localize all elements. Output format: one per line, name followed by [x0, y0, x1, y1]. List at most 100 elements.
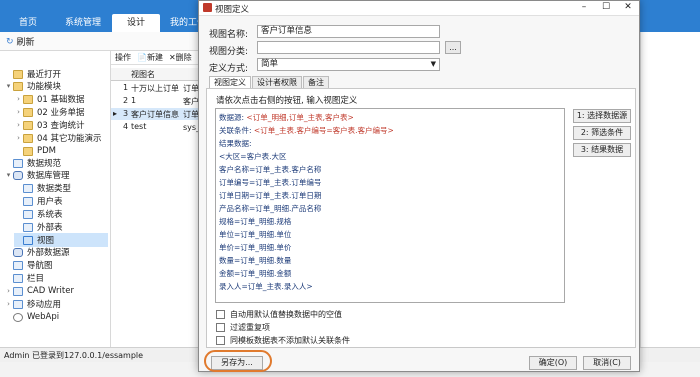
sidebar-item-external-tables[interactable]: 外部表: [14, 220, 63, 234]
sidebar-item-label: 外部表: [37, 223, 63, 233]
tab-system-management[interactable]: 系统管理: [60, 14, 106, 32]
sidebar-item-label: 栏目: [27, 274, 45, 284]
chevron-right-icon[interactable]: ›: [14, 121, 23, 129]
tab-home[interactable]: 首页: [10, 14, 46, 32]
definition-key: 数量=订单_明细.数量: [219, 256, 292, 265]
checkbox-box[interactable]: [216, 336, 225, 345]
chevron-right-icon[interactable]: ›: [14, 95, 23, 103]
select-datasource-button[interactable]: 1: 选择数据源: [573, 109, 631, 123]
chevron-down-icon[interactable]: ▾: [4, 171, 13, 179]
view-definition-dialog: 视图定义 – ☐ ✕ 视图名称: 客户订单信息 视图分类: ... 定义方式: …: [198, 0, 640, 372]
sidebar-item-navigation-map[interactable]: 导航图: [4, 258, 53, 272]
sidebar-item-user-tables[interactable]: 用户表: [14, 194, 63, 208]
column-header-view-name[interactable]: 视图名: [131, 69, 155, 80]
sidebar-item-mobile-apps[interactable]: › 移动应用: [4, 297, 61, 311]
definition-key: 单位=订单_明细.单位: [219, 230, 292, 239]
table-icon: [23, 196, 33, 206]
folder-icon: [23, 146, 33, 156]
ok-button[interactable]: 确定(O): [529, 356, 577, 370]
definition-method-value: 简单: [261, 59, 279, 69]
minimize-icon[interactable]: –: [573, 1, 595, 15]
definition-key: 单价=订单_明细.单价: [219, 243, 292, 252]
sidebar-item-label: 03 查询统计: [37, 121, 85, 131]
table-row[interactable]: 1 十万以上订单 订单_: [111, 82, 207, 94]
table-icon: [13, 299, 23, 309]
tab-design[interactable]: 设计: [112, 14, 160, 32]
delete-label: 删除: [175, 53, 192, 62]
table-icon: [23, 209, 33, 219]
definition-line: 单位=订单_明细.单位: [219, 229, 291, 240]
sidebar-item-business-docs[interactable]: › 02 业务单据: [14, 105, 85, 119]
checkbox-no-default-join[interactable]: 同模板数据表不添加默认关联条件: [216, 335, 350, 346]
table-row[interactable]: 2 1 客户表: [111, 95, 207, 107]
sidebar-item-database-management[interactable]: ▾ 数据库管理: [4, 168, 70, 182]
table-row[interactable]: 4 test sys_用: [111, 121, 207, 133]
folder-icon: [13, 81, 23, 91]
delete-view-button[interactable]: ✕删除: [169, 52, 192, 63]
view-category-label: 视图分类:: [209, 47, 249, 57]
definition-key: 数据源:: [219, 113, 245, 122]
dialog-titlebar[interactable]: 视图定义 – ☐ ✕: [199, 1, 639, 16]
maximize-icon[interactable]: ☐: [595, 1, 617, 15]
views-toolbar: 操作 📄新建 ✕删除: [111, 51, 207, 65]
sidebar-item-system-tables[interactable]: 系统表: [14, 207, 63, 221]
sidebar-item-label: WebApi: [27, 312, 60, 322]
row-number: 3: [123, 109, 129, 118]
refresh-button[interactable]: ↻ 刷新: [6, 35, 35, 49]
sidebar-item-label: 导航图: [27, 261, 53, 271]
result-data-button[interactable]: 3: 结果数据: [573, 143, 631, 157]
table-row-selected[interactable]: ▸ 3 客户订单信息 订单_: [111, 108, 207, 120]
checkbox-box[interactable]: [216, 323, 225, 332]
folder-icon: [23, 94, 33, 104]
dialog-title: 视图定义: [215, 5, 250, 15]
checkbox-box[interactable]: [216, 310, 225, 319]
sidebar-item-basic-data[interactable]: › 01 基础数据: [14, 92, 85, 106]
definition-method-label: 定义方式:: [209, 64, 249, 74]
definition-line: 订单编号=订单_主表.订单编号: [219, 177, 321, 188]
table-icon: [23, 183, 33, 193]
sidebar-item-external-datasource[interactable]: 外部数据源: [4, 245, 70, 259]
sidebar-item-label: 04 其它功能演示: [37, 134, 102, 144]
right-panel: [640, 32, 700, 347]
sidebar-item-columns[interactable]: 栏目: [4, 271, 44, 285]
view-name-input[interactable]: 客户订单信息: [257, 25, 440, 38]
ops-menu[interactable]: 操作: [115, 52, 131, 63]
folder-icon: [23, 133, 33, 143]
chevron-right-icon[interactable]: ›: [14, 134, 23, 142]
table-icon: [13, 260, 23, 270]
checkbox-replace-nulls[interactable]: 自动用默认值替换数据中的空值: [216, 309, 342, 320]
definition-editor[interactable]: 数据源: <订单_明细,订单_主表,客户表> 关联条件: <订单_主表.客户编号…: [215, 108, 565, 303]
browse-category-button[interactable]: ...: [445, 41, 461, 54]
sidebar-item-cad-writer[interactable]: › CAD Writer: [4, 284, 74, 298]
sidebar-item-data-types[interactable]: 数据类型: [14, 181, 71, 195]
grid-header: 视图名: [111, 68, 207, 81]
save-as-button[interactable]: 另存为...: [211, 356, 263, 370]
close-icon[interactable]: ✕: [617, 1, 639, 15]
definition-line: 数据源: <订单_明细,订单_主表,客户表>: [219, 112, 354, 123]
sidebar-item-function-modules[interactable]: ▾ 功能模块: [4, 79, 61, 93]
definition-line: 数量=订单_明细.数量: [219, 255, 291, 266]
sidebar-item-query-stats[interactable]: › 03 查询统计: [14, 118, 85, 132]
app-logo-icon: [203, 3, 212, 12]
chevron-right-icon[interactable]: ›: [4, 300, 13, 308]
chevron-down-icon[interactable]: ▾: [4, 82, 13, 90]
chevron-down-icon: ▼: [430, 60, 436, 68]
filter-conditions-button[interactable]: 2: 筛选条件: [573, 126, 631, 140]
sidebar-item-label: 02 业务单据: [37, 108, 85, 118]
definition-key: 关联条件:: [219, 126, 252, 135]
checkbox-label: 自动用默认值替换数据中的空值: [230, 310, 342, 319]
chevron-right-icon[interactable]: ›: [14, 108, 23, 116]
sidebar-item-webapi[interactable]: WebApi: [4, 310, 59, 324]
cancel-button[interactable]: 取消(C): [583, 356, 631, 370]
checkbox-filter-duplicates[interactable]: 过滤重复项: [216, 322, 270, 333]
chevron-right-icon[interactable]: ›: [4, 287, 13, 295]
new-view-button[interactable]: 📄新建: [137, 52, 163, 63]
row-number: 1: [123, 83, 129, 92]
sidebar-item-label: 系统表: [37, 210, 63, 220]
definition-line: 结果数据:: [219, 138, 252, 149]
row-number: 2: [123, 96, 129, 105]
sidebar-item-other-demos[interactable]: › 04 其它功能演示: [14, 131, 102, 145]
definition-method-select[interactable]: 简单 ▼: [257, 58, 440, 71]
view-category-input[interactable]: [257, 41, 440, 54]
sidebar-item-label: 外部数据源: [27, 248, 70, 258]
